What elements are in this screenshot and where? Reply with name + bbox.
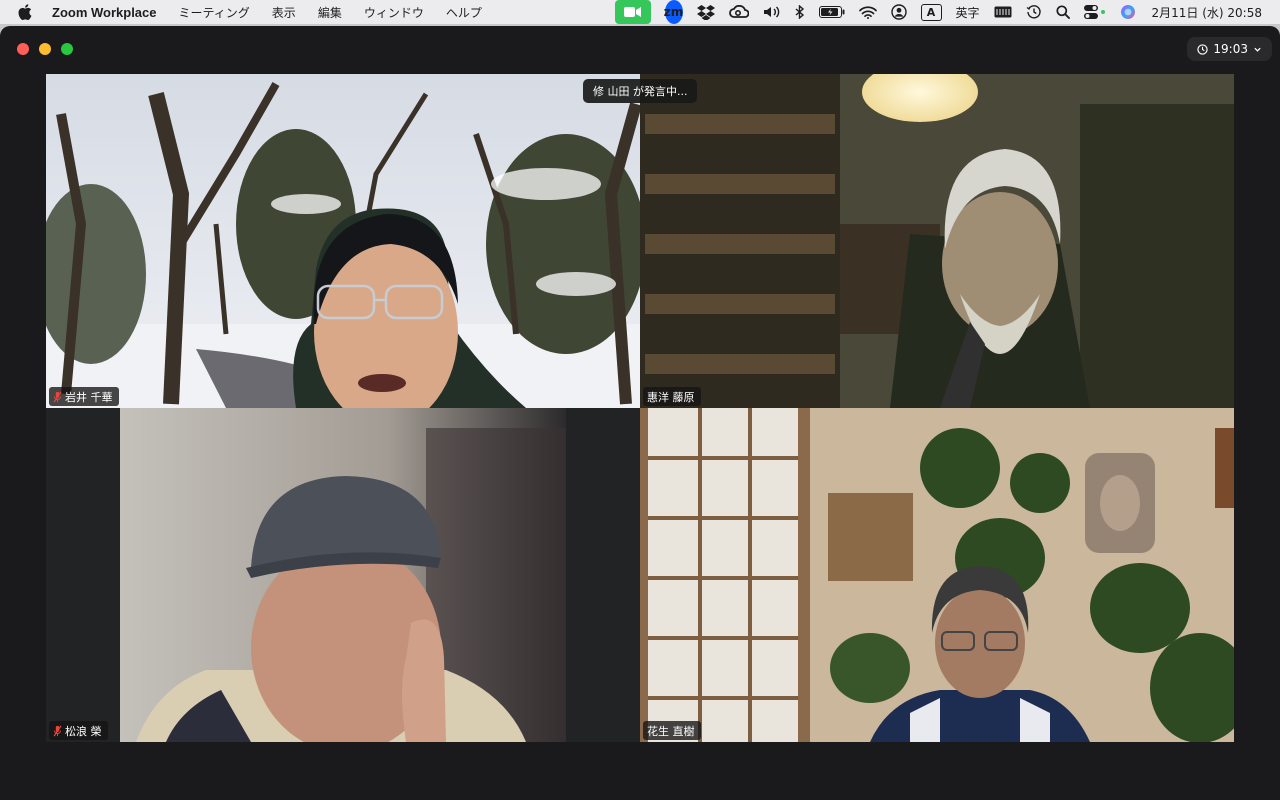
time-machine-icon[interactable]	[1026, 0, 1042, 24]
creative-cloud-icon[interactable]	[728, 0, 749, 24]
bluetooth-icon[interactable]	[795, 0, 805, 24]
active-speaker-text: 修 山田 が発言中...	[593, 85, 688, 98]
participant-tile-4[interactable]: 花生 直樹	[640, 408, 1234, 742]
menu-help[interactable]: ヘルプ	[446, 4, 482, 21]
meeting-timer-value: 19:03	[1213, 42, 1248, 56]
menu-view[interactable]: 表示	[272, 4, 296, 21]
meeting-timer[interactable]: 19:03	[1187, 37, 1272, 61]
close-window-button[interactable]	[17, 43, 29, 55]
participant-video-3	[46, 408, 640, 742]
control-center-icon[interactable]	[1083, 0, 1106, 24]
participant-tile-3[interactable]: 松浪 榮	[46, 408, 640, 742]
chevron-down-icon	[1254, 47, 1261, 52]
participant-video-4	[640, 408, 1234, 742]
participant-name: 岩井 千華	[65, 390, 113, 404]
participant-name-tag: 岩井 千華	[49, 387, 119, 406]
zoom-camera-status-icon[interactable]	[614, 0, 651, 24]
app-menu[interactable]: Zoom Workplace	[52, 5, 157, 20]
menu-meeting[interactable]: ミーティング	[179, 4, 250, 21]
battery-icon[interactable]	[818, 0, 845, 24]
dropbox-icon[interactable]	[696, 0, 715, 24]
menu-window[interactable]: ウィンドウ	[364, 4, 424, 21]
participant-tile-1[interactable]: 岩井 千華	[46, 74, 640, 408]
input-source-icon[interactable]: A	[920, 0, 942, 24]
zoom-meeting-window: 19:03 岩井 千華 惠洋 藤原 松浪 榮 花生 直樹 修 山田 が発言中..…	[0, 26, 1280, 800]
zoom-window-button[interactable]	[61, 43, 73, 55]
participant-name-tag: 花生 直樹	[643, 721, 701, 740]
participant-video-1	[46, 74, 640, 408]
apple-icon[interactable]	[18, 4, 36, 20]
window-controls	[17, 43, 83, 55]
ime-badge: A	[920, 3, 942, 21]
participant-name: 松浪 榮	[65, 724, 102, 738]
participant-name-tag: 惠洋 藤原	[643, 387, 701, 406]
keyboard-icon[interactable]	[994, 0, 1012, 24]
volume-icon[interactable]	[763, 0, 781, 24]
mic-muted-icon	[53, 725, 62, 736]
gallery-view: 岩井 千華 惠洋 藤原 松浪 榮 花生 直樹	[46, 74, 1234, 742]
participant-name: 惠洋 藤原	[647, 390, 695, 404]
user-account-icon[interactable]	[890, 0, 907, 24]
mic-muted-icon	[53, 391, 62, 402]
participant-tile-2[interactable]: 惠洋 藤原	[640, 74, 1234, 408]
menu-edit[interactable]: 編集	[318, 4, 342, 21]
spotlight-search-icon[interactable]	[1055, 0, 1070, 24]
minimize-window-button[interactable]	[39, 43, 51, 55]
menu-bar: Zoom Workplace ミーティング 表示 編集 ウィンドウ ヘルプ zm	[0, 0, 1280, 24]
menubar-datetime[interactable]: 2月11日 (水) 20:58	[1152, 0, 1262, 24]
participant-name-tag: 松浪 榮	[49, 721, 108, 740]
zoom-app-icon[interactable]: zm	[664, 0, 683, 24]
siri-icon[interactable]	[1120, 0, 1136, 24]
active-speaker-banner: 修 山田 が発言中...	[583, 79, 698, 103]
clock-icon	[1197, 43, 1209, 55]
participant-name: 花生 直樹	[647, 724, 695, 738]
participant-video-2	[640, 74, 1234, 408]
wifi-icon[interactable]	[858, 0, 877, 24]
ime-label[interactable]: 英字	[956, 0, 980, 24]
